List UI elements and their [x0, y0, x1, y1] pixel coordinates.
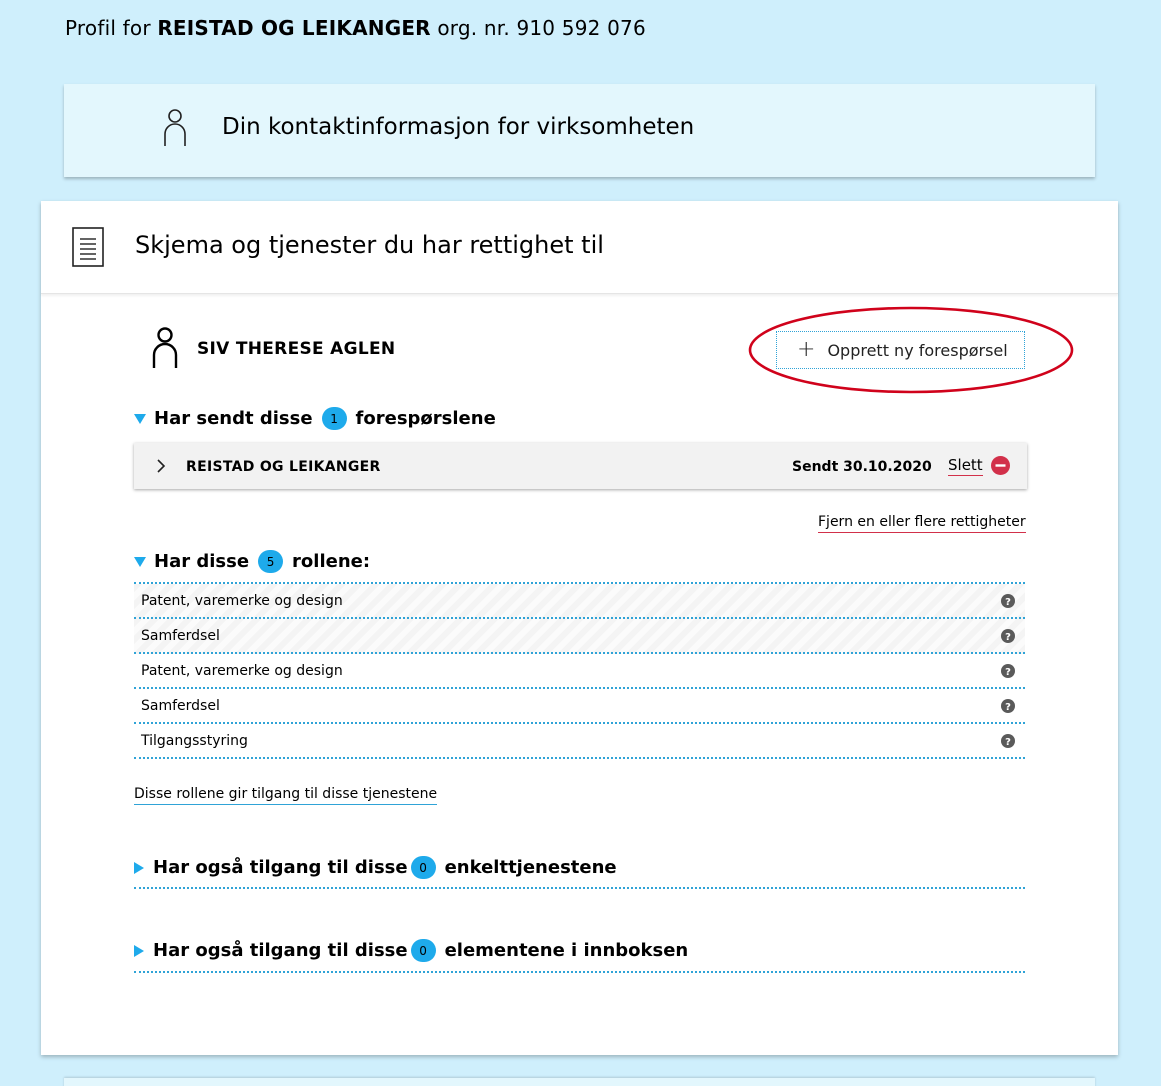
minus-circle-icon[interactable] — [991, 456, 1010, 479]
role-name: Tilgangsstyring — [141, 732, 248, 749]
caret-down-icon — [134, 413, 146, 424]
help-icon[interactable]: ? — [1001, 629, 1015, 647]
contact-info-title: Din kontaktinformasjon for virksomheten — [222, 114, 695, 140]
svg-text:?: ? — [1005, 597, 1011, 608]
role-name: Samferdsel — [141, 627, 220, 644]
remove-rights-link[interactable]: Fjern en eller flere rettigheter — [818, 514, 1026, 533]
single-services-count-badge: 0 — [410, 856, 436, 879]
divider — [134, 971, 1025, 973]
sent-requests-label: Har sendt disse — [154, 408, 313, 429]
roles-toggle[interactable]: Har disse 5 rollene: — [134, 550, 370, 573]
role-name: Patent, varemerke og design — [141, 592, 343, 609]
help-icon[interactable]: ? — [1001, 699, 1015, 717]
caret-down-icon — [134, 556, 146, 567]
person-icon — [160, 108, 190, 152]
chevron-right-icon[interactable] — [156, 459, 166, 477]
role-row[interactable]: Patent, varemerke og design ? — [134, 584, 1025, 619]
single-services-label-after: enkelttjenestene — [444, 857, 617, 878]
help-icon[interactable]: ? — [1001, 734, 1015, 752]
role-row[interactable]: Tilgangsstyring ? — [134, 724, 1025, 759]
request-org: REISTAD OG LEIKANGER — [186, 459, 381, 475]
delete-request-link[interactable]: Slett — [948, 456, 983, 476]
divider — [134, 887, 1025, 889]
contact-info-card[interactable]: Din kontaktinformasjon for virksomheten — [64, 84, 1095, 177]
sent-requests-label-after: forespørslene — [355, 408, 496, 429]
roles-count-badge: 5 — [258, 550, 284, 573]
annotation-ellipse — [748, 306, 1074, 394]
svg-text:?: ? — [1005, 702, 1011, 713]
roles-label-after: rollene: — [292, 551, 371, 572]
request-sent-date: Sendt 30.10.2020 — [792, 459, 932, 475]
profile-org-nr: 910 592 076 — [516, 16, 646, 40]
svg-text:?: ? — [1005, 632, 1011, 643]
sent-requests-toggle[interactable]: Har sendt disse 1 forespørslene — [134, 407, 496, 430]
inbox-elements-label: Har også tilgang til disse — [153, 940, 408, 961]
svg-text:?: ? — [1005, 667, 1011, 678]
document-icon — [72, 227, 104, 271]
role-row[interactable]: Patent, varemerke og design ? — [134, 654, 1025, 689]
roles-list: Patent, varemerke og design ? Samferdsel… — [134, 582, 1025, 759]
person-name: SIV THERESE AGLEN — [197, 339, 396, 359]
inbox-elements-toggle[interactable]: Har også tilgang til disse 0 elementene … — [134, 939, 688, 962]
roles-label: Har disse — [154, 551, 250, 572]
profile-org-name: REISTAD OG LEIKANGER — [157, 16, 431, 40]
help-icon[interactable]: ? — [1001, 664, 1015, 682]
inbox-elements-label-after: elementene i innboksen — [444, 940, 689, 961]
role-row[interactable]: Samferdsel ? — [134, 689, 1025, 724]
caret-right-icon — [134, 861, 144, 874]
roles-services-link[interactable]: Disse rollene gir tilgang til disse tjen… — [134, 786, 438, 805]
single-services-toggle[interactable]: Har også tilgang til disse 0 enkelttjene… — [134, 856, 617, 879]
role-name: Samferdsel — [141, 697, 220, 714]
next-card-edge — [64, 1078, 1095, 1086]
profile-org-nr-label: org. nr. — [437, 16, 510, 40]
forms-card-title: Skjema og tjenester du har rettighet til — [135, 231, 604, 259]
request-row[interactable]: REISTAD OG LEIKANGER Sendt 30.10.2020 Sl… — [134, 443, 1027, 489]
svg-text:?: ? — [1005, 737, 1011, 748]
profile-prefix: Profil for — [65, 16, 151, 40]
single-services-label: Har også tilgang til disse — [153, 857, 408, 878]
profile-header: Profil for REISTAD OG LEIKANGER org. nr.… — [65, 16, 646, 40]
caret-right-icon — [134, 944, 144, 957]
help-icon[interactable]: ? — [1001, 594, 1015, 612]
inbox-elements-count-badge: 0 — [410, 939, 436, 962]
forms-card-header[interactable]: Skjema og tjenester du har rettighet til — [41, 201, 1118, 294]
role-name: Patent, varemerke og design — [141, 662, 343, 679]
sent-requests-count-badge: 1 — [321, 407, 347, 430]
forms-and-services-card: Skjema og tjenester du har rettighet til… — [41, 201, 1118, 1055]
user-icon — [151, 327, 179, 373]
role-row[interactable]: Samferdsel ? — [134, 619, 1025, 654]
